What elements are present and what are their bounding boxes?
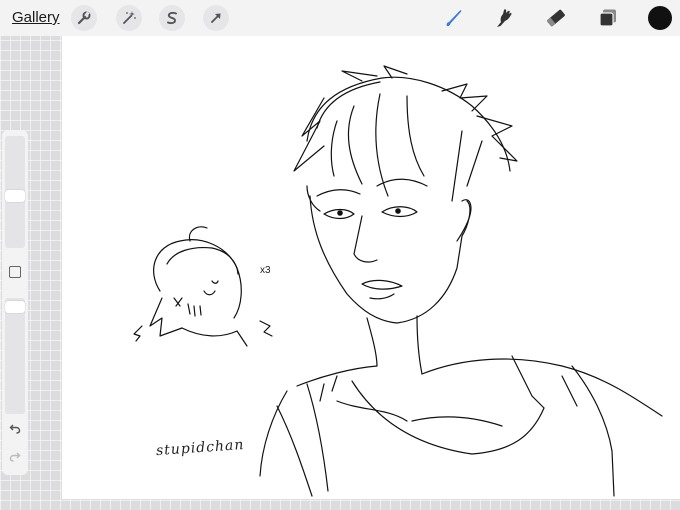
color-picker-button[interactable] (648, 6, 672, 30)
actions-button[interactable] (71, 5, 97, 31)
annotation-text: x3 (260, 265, 271, 276)
brush-size-slider[interactable] (5, 136, 25, 248)
smudge-tool-button[interactable] (490, 4, 518, 32)
transform-button[interactable] (203, 5, 229, 31)
opacity-thumb[interactable] (5, 301, 25, 314)
redo-button[interactable] (7, 450, 23, 466)
adjustments-button[interactable] (116, 5, 142, 31)
gallery-button[interactable]: Gallery (12, 8, 60, 28)
magic-wand-icon (121, 10, 137, 26)
transform-arrow-icon (208, 10, 224, 26)
undo-button[interactable] (7, 422, 23, 438)
undo-icon (9, 421, 21, 439)
left-sidebar (2, 130, 28, 475)
opacity-slider[interactable] (5, 298, 25, 414)
eraser-icon (545, 7, 567, 29)
modify-button[interactable] (9, 266, 21, 278)
top-toolbar: Gallery (0, 0, 680, 36)
layers-icon (597, 7, 619, 29)
eraser-tool-button[interactable] (542, 4, 570, 32)
selection-s-icon (164, 10, 180, 26)
smudge-icon (493, 7, 515, 29)
selection-button[interactable] (159, 5, 185, 31)
drawing-canvas[interactable]: x3 stupidchan (62, 36, 680, 499)
wrench-icon (76, 10, 92, 26)
redo-icon (9, 449, 21, 467)
layers-button[interactable] (594, 4, 622, 32)
brush-tool-button[interactable] (439, 4, 467, 32)
brush-icon (442, 7, 464, 29)
sketch-drawing (133, 65, 663, 497)
brush-size-thumb[interactable] (5, 190, 25, 202)
